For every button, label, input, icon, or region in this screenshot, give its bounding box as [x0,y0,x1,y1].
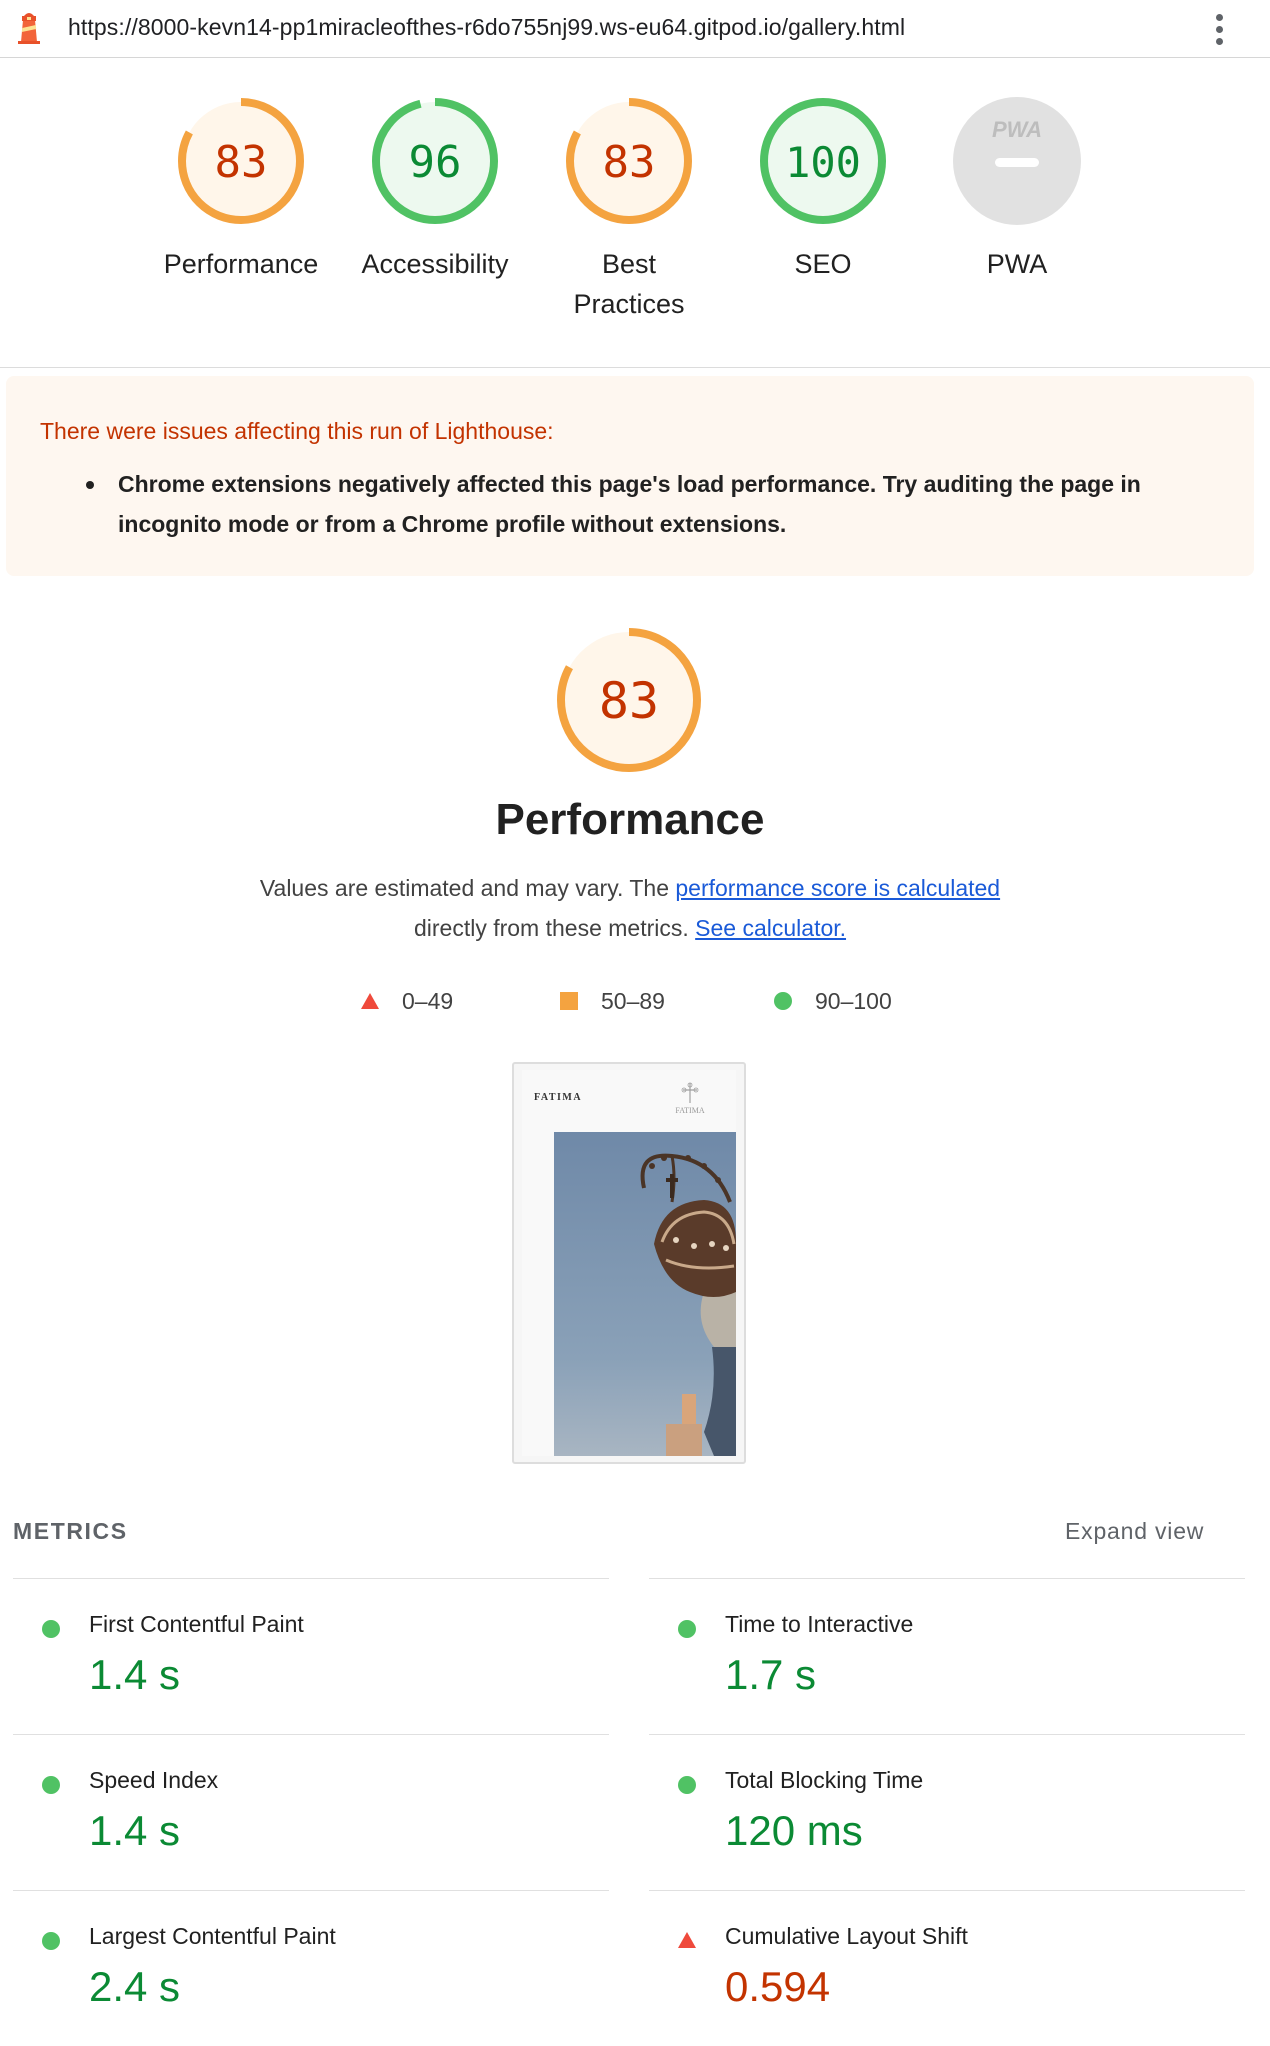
performance-gauge: 83 [557,628,701,772]
metrics-header: METRICS [13,1518,128,1544]
legend-range: 90–100 [815,987,892,1014]
metric-total-blocking-time: Total Blocking Time 120 ms [649,1734,1245,1890]
triangle-icon [361,993,379,1009]
score-calculated-link[interactable]: performance score is calculated [675,875,1000,901]
crown-statue-photo [554,1132,736,1456]
metric-largest-contentful-paint: Largest Contentful Paint 2.4 s [13,1890,609,2046]
metric-title: Time to Interactive [725,1611,914,1637]
gauge-label: SEO [794,249,852,279]
gauge-score: 83 [603,137,656,188]
see-calculator-link[interactable]: See calculator. [695,915,846,941]
metric-title: Speed Index [89,1767,219,1793]
metric-time-to-interactive: Time to Interactive 1.7 s [649,1578,1245,1734]
legend-average: 50–89 [559,983,665,1019]
metric-speed-index: Speed Index 1.4 s [13,1734,609,1890]
screenshot-brand: FATIMA [534,1092,583,1103]
pass-circle-icon [42,1620,60,1638]
kebab-menu-icon[interactable] [1200,8,1238,50]
screenshot-page: FATIMA FATIMA [522,1070,736,1456]
gauge-label: Best Practices [573,249,685,319]
pass-circle-icon [678,1776,696,1794]
warning-list: Chrome extensions negatively affected th… [86,464,1206,544]
pwa-badge-text: PWA [992,117,1042,142]
fail-triangle-icon [678,1932,696,1948]
url-bar: https://8000-kevn14-pp1miracleofthes-r6d… [0,0,1270,58]
gauge-score: 83 [215,137,268,188]
pass-circle-icon [42,1932,60,1950]
metric-cumulative-layout-shift: Cumulative Layout Shift 0.594 [649,1890,1245,2046]
final-screenshot[interactable]: FATIMA FATIMA [512,1062,746,1464]
metric-value: 1.7 s [725,1651,817,1698]
metric-title: Largest Contentful Paint [89,1923,336,1949]
warning-item: Chrome extensions negatively affected th… [86,464,1206,544]
metric-value: 0.594 [725,1963,831,2010]
metric-value: 120 ms [725,1807,863,1854]
pass-circle-icon [42,1776,60,1794]
metric-value: 2.4 s [89,1963,181,2010]
gauge-ring: 83 [566,98,692,224]
gauge-score: 100 [785,138,861,187]
metric-title: First Contentful Paint [89,1611,304,1637]
lighthouse-icon [18,13,40,44]
square-icon [560,992,578,1010]
performance-description: Values are estimated and may vary. The p… [200,868,1060,948]
legend-pass: 90–100 [773,983,892,1019]
gauge-score: 96 [409,137,462,188]
gauge-ring: 83 [178,98,304,224]
pwa-badge-icon: PWA [953,97,1081,225]
emblem-text: FATIMA [675,1106,705,1115]
gauge-seo[interactable]: 100 SEO [725,96,921,284]
legend-range: 0–49 [402,987,454,1014]
performance-score: 83 [599,672,659,730]
cross-icon [681,1082,699,1103]
gauge-best-practices[interactable]: 83 Best Practices [531,96,727,324]
url-text[interactable]: https://8000-kevn14-pp1miracleofthes-r6d… [68,14,905,41]
cross-emblem-icon: FATIMA [670,1082,710,1122]
run-warnings: There were issues affecting this run of … [6,376,1254,576]
circle-icon [774,992,792,1010]
gauge-label: PWA [986,249,1048,279]
legend-fail: 0–49 [360,983,453,1019]
metric-value: 1.4 s [89,1651,181,1698]
pass-circle-icon [678,1620,696,1638]
metric-value: 1.4 s [89,1807,181,1854]
metric-title: Cumulative Layout Shift [725,1923,968,1949]
metric-first-contentful-paint: First Contentful Paint 1.4 s [13,1578,609,1734]
warning-title: There were issues affecting this run of … [40,418,554,444]
metric-title: Total Blocking Time [725,1767,924,1793]
gauge-label: Performance [163,249,319,279]
gauge-performance[interactable]: 83 Performance [143,96,339,284]
gauge-accessibility[interactable]: 96 Accessibility [337,96,533,284]
metrics-grid: First Contentful Paint 1.4 s Time to Int… [13,1578,1246,2046]
score-gauges: 83 Performance 96 Accessibility 83 Best … [0,58,1270,368]
gauge-ring: 96 [372,98,498,224]
expand-view-toggle[interactable]: Expand view [1065,1518,1204,1545]
gauge-label: Accessibility [361,249,509,279]
legend-range: 50–89 [601,987,665,1014]
performance-title: Performance [495,795,765,844]
gauge-ring: 100 [760,98,886,224]
desc-prefix: Values are estimated and may vary. The [259,875,669,901]
desc-middle: directly from these metrics. [413,915,689,941]
gauge-pwa[interactable]: PWA PWA [919,96,1115,284]
